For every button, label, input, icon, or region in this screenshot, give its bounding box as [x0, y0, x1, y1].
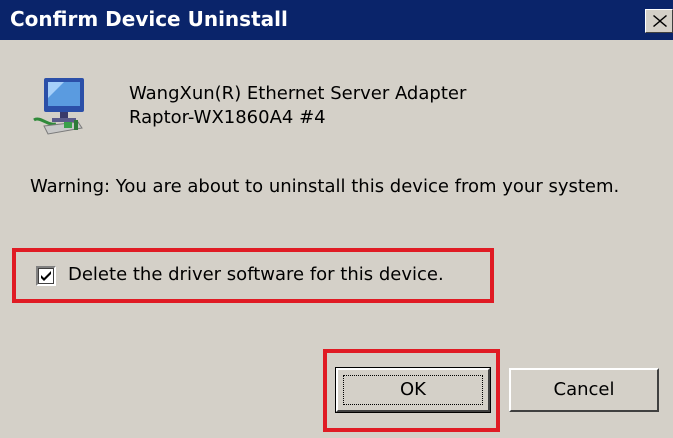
cancel-button-label: Cancel — [553, 379, 615, 400]
cancel-button[interactable]: Cancel — [509, 368, 659, 412]
focus-rectangle — [343, 375, 483, 405]
warning-message: Warning: You are about to uninstall this… — [30, 176, 620, 197]
network-adapter-icon — [30, 76, 94, 136]
device-name-line-2: Raptor-WX1860A4 #4 — [129, 107, 326, 128]
dialog-title: Confirm Device Uninstall — [10, 7, 288, 31]
close-button[interactable] — [645, 9, 673, 33]
delete-driver-label[interactable]: Delete the driver software for this devi… — [68, 264, 444, 285]
ok-button[interactable]: OK — [335, 367, 491, 413]
delete-driver-highlight: Delete the driver software for this devi… — [12, 248, 494, 303]
title-bar[interactable]: Confirm Device Uninstall — [0, 0, 673, 40]
checkmark-icon — [41, 271, 51, 281]
device-name: WangXun(R) Ethernet Server Adapter Rapto… — [129, 82, 466, 130]
close-icon — [653, 15, 667, 27]
confirm-device-uninstall-dialog: Confirm Device Uninstall WangXun(R) Ethe… — [0, 0, 673, 438]
device-name-line-1: WangXun(R) Ethernet Server Adapter — [129, 83, 467, 104]
delete-driver-checkbox[interactable] — [36, 266, 56, 286]
